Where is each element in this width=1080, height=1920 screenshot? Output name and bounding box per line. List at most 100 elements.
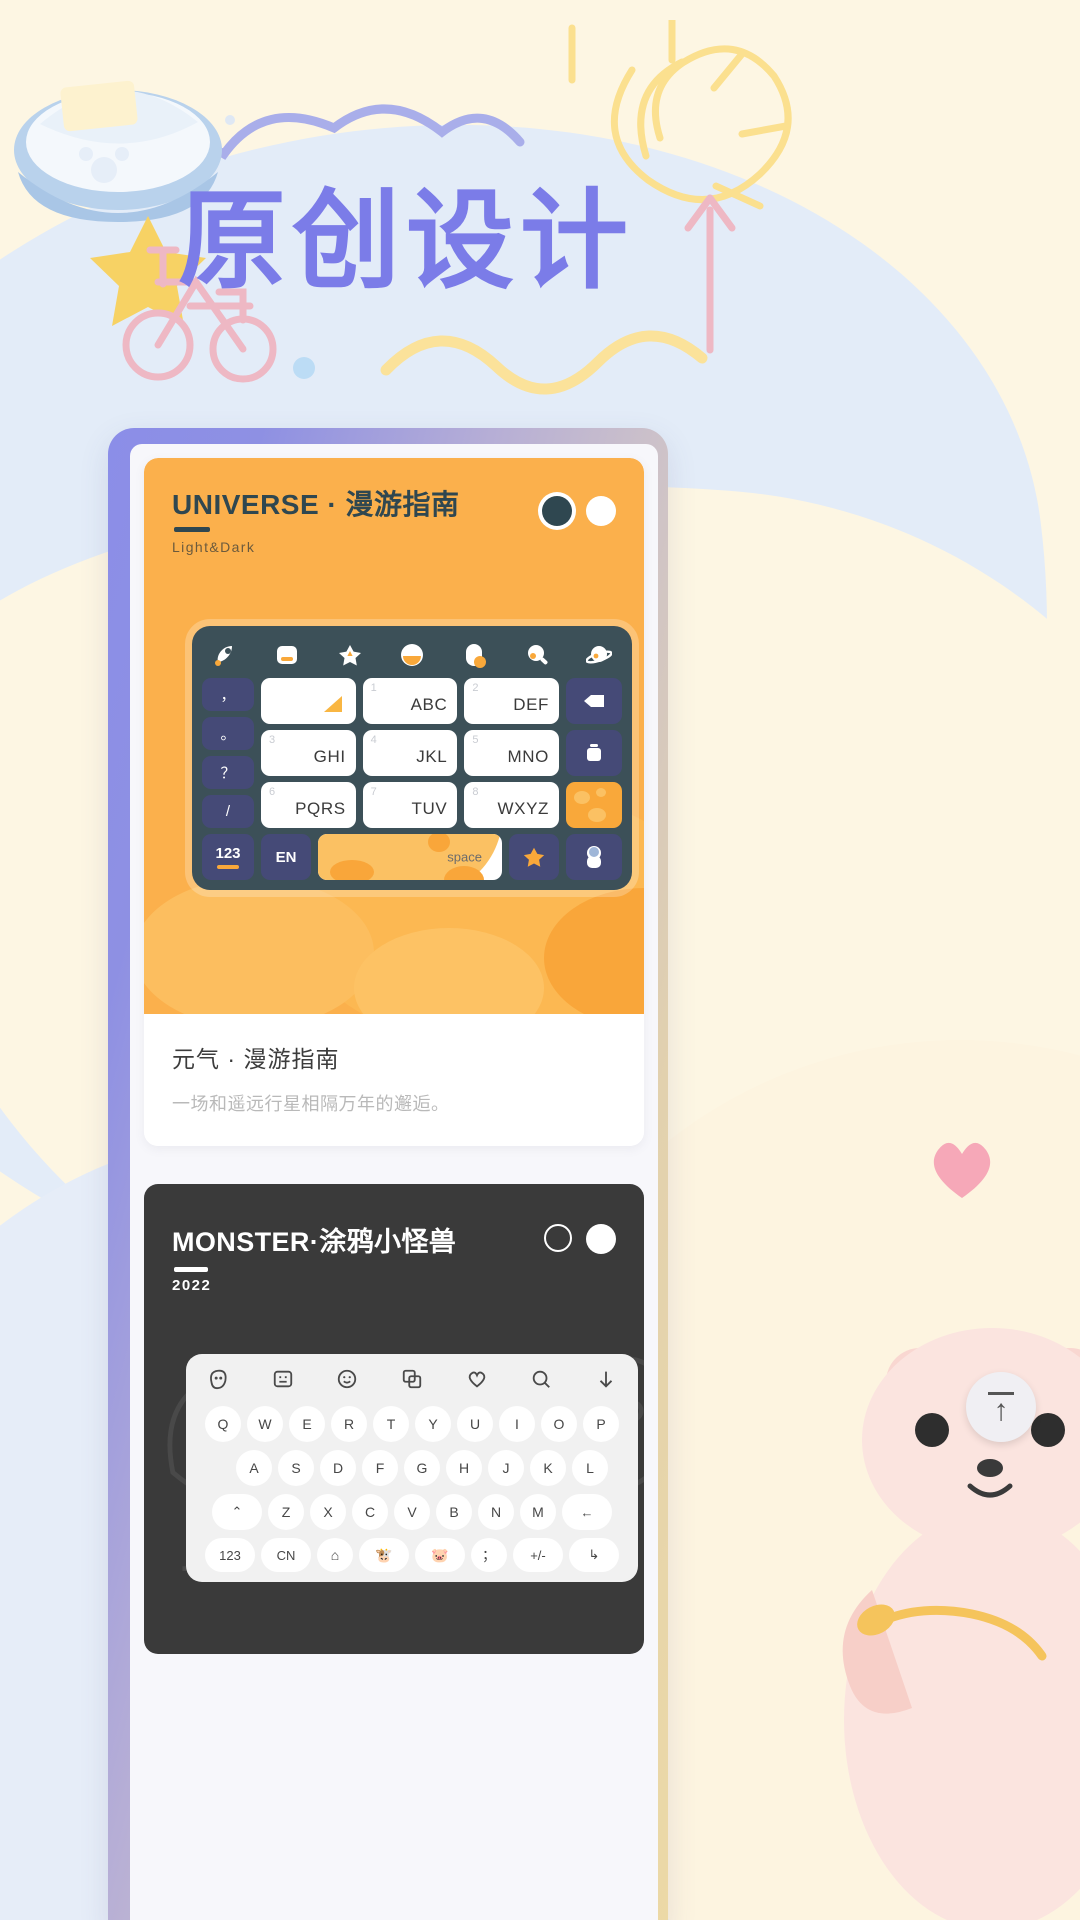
key-1-blank[interactable] [261, 678, 356, 724]
home-key[interactable]: ⌂ [317, 1538, 353, 1572]
space-key[interactable]: space [318, 834, 502, 880]
planet-icon[interactable] [585, 642, 613, 668]
key-letters: MNO [507, 747, 550, 766]
backspace-icon[interactable] [566, 678, 622, 724]
heart-icon[interactable] [466, 1368, 488, 1396]
star-icon[interactable] [337, 642, 363, 668]
cheese-enter-key[interactable] [566, 782, 622, 828]
key-7-tuv[interactable]: 7 TUV [362, 782, 458, 828]
key-period[interactable]: 。 [202, 717, 254, 750]
key-w[interactable]: W [247, 1406, 283, 1442]
key-t[interactable]: T [373, 1406, 409, 1442]
key-h[interactable]: H [446, 1450, 482, 1486]
delete-icon[interactable] [566, 730, 622, 776]
language-key[interactable]: CN [261, 1538, 311, 1572]
semicolon-key[interactable]: ； [471, 1538, 507, 1572]
keyboard-row: 1 ABC 2 DEF [261, 678, 560, 724]
capsule-icon[interactable] [461, 642, 487, 668]
space-key-label: space [447, 849, 482, 865]
smiley-icon[interactable] [336, 1368, 358, 1396]
theme-card-universe[interactable]: UNIVERSE · 漫游指南 Light&Dark ， 。 ？ / 1 ABC… [144, 458, 644, 1146]
keyboard-main: ， 。 ？ / 1 ABC 2 DEF 3 GHI 4 JKL 5 MNO 6 … [202, 678, 622, 834]
key-number: 1 [370, 682, 377, 694]
keyboard-toolbar[interactable] [195, 1364, 629, 1406]
dark-mode-dot[interactable] [544, 1224, 572, 1252]
key-i[interactable]: I [499, 1406, 535, 1442]
page-canvas: 原创设计 UNIVERSE · 漫游指南 Light&Dark ， 。 ？ / … [0, 0, 1080, 1920]
mode-toggle-group[interactable] [542, 496, 616, 526]
key-slash[interactable]: / [202, 795, 254, 828]
card-hero-universe: UNIVERSE · 漫游指南 Light&Dark ， 。 ？ / 1 ABC… [144, 458, 644, 1014]
key-k[interactable]: K [530, 1450, 566, 1486]
backspace-key[interactable]: ← [562, 1494, 612, 1530]
key-x[interactable]: X [310, 1494, 346, 1530]
key-n[interactable]: N [478, 1494, 514, 1530]
astronaut-enter-key[interactable] [566, 834, 622, 880]
keyboard-preview-monster: Q W E R T Y U I O P A S D F G H J K L ⌃ … [186, 1354, 638, 1582]
key-l[interactable]: L [572, 1450, 608, 1486]
dark-mode-dot[interactable] [542, 496, 572, 526]
key-q[interactable]: Q [205, 1406, 241, 1442]
light-mode-dot[interactable] [586, 1224, 616, 1254]
key-number: 4 [370, 734, 377, 746]
phone-screen: UNIVERSE · 漫游指南 Light&Dark ， 。 ？ / 1 ABC… [130, 444, 658, 1920]
enter-key[interactable]: ↳ [569, 1538, 619, 1572]
key-z[interactable]: Z [268, 1494, 304, 1530]
key-number: 7 [370, 786, 377, 798]
emoji-key-cow[interactable]: 🐮 [359, 1538, 409, 1572]
key-a[interactable]: A [236, 1450, 272, 1486]
key-g[interactable]: G [404, 1450, 440, 1486]
language-key[interactable]: EN [261, 834, 311, 880]
key-j[interactable]: J [488, 1450, 524, 1486]
key-5-mno[interactable]: 5 MNO [464, 730, 560, 776]
key-d[interactable]: D [320, 1450, 356, 1486]
key-2-def[interactable]: 2 DEF [464, 678, 560, 724]
key-question[interactable]: ？ [202, 756, 254, 789]
star-emoji-key[interactable] [509, 834, 559, 880]
mode-toggle-group[interactable] [544, 1224, 616, 1254]
key-4-jkl[interactable]: 4 JKL [362, 730, 458, 776]
plus-minus-key[interactable]: +/- [513, 1538, 563, 1572]
key-3-ghi[interactable]: 3 GHI [261, 730, 356, 776]
light-mode-dot[interactable] [586, 496, 616, 526]
key-1-abc[interactable]: 1 ABC [362, 678, 458, 724]
key-r[interactable]: R [331, 1406, 367, 1442]
numeric-keys: 1 ABC 2 DEF 3 GHI 4 JKL 5 MNO 6 PQRS 7 T… [261, 678, 560, 834]
clipboard-icon[interactable] [401, 1368, 423, 1396]
half-circle-icon[interactable] [399, 642, 425, 668]
emoji-box-icon[interactable] [272, 1368, 294, 1396]
key-s[interactable]: S [278, 1450, 314, 1486]
punctuation-column[interactable]: ， 。 ？ / [202, 678, 254, 834]
key-p[interactable]: P [583, 1406, 619, 1442]
key-f[interactable]: F [362, 1450, 398, 1486]
key-e[interactable]: E [289, 1406, 325, 1442]
key-number: 5 [472, 734, 479, 746]
key-8-wxyz[interactable]: 8 WXYZ [464, 782, 560, 828]
key-comma[interactable]: ， [202, 678, 254, 711]
key-c[interactable]: C [352, 1494, 388, 1530]
shift-key[interactable]: ⌃ [212, 1494, 262, 1530]
search-icon[interactable] [524, 642, 550, 668]
mascot-bear [842, 1328, 1080, 1920]
search-icon[interactable] [530, 1368, 552, 1396]
emoji-key-pig[interactable]: 🐷 [415, 1538, 465, 1572]
keyboard-row-3: ⌃ Z X C V B N M ← [195, 1494, 629, 1530]
theme-card-monster[interactable]: MONSTER·涂鸦小怪兽 2022 Q W E R T Y U I O P A… [144, 1184, 644, 1654]
scroll-top-button[interactable]: ↑ [966, 1372, 1036, 1442]
key-u[interactable]: U [457, 1406, 493, 1442]
rocket-icon[interactable] [212, 642, 238, 668]
monster-icon[interactable] [207, 1368, 229, 1396]
key-b[interactable]: B [436, 1494, 472, 1530]
keyboard-toolbar[interactable] [202, 636, 622, 678]
key-v[interactable]: V [394, 1494, 430, 1530]
key-o[interactable]: O [541, 1406, 577, 1442]
keyboard-icon[interactable] [274, 642, 300, 668]
key-m[interactable]: M [520, 1494, 556, 1530]
key-6-pqrs[interactable]: 6 PQRS [261, 782, 356, 828]
numeric-mode-key[interactable]: 123 [205, 1538, 255, 1572]
key-number: 2 [472, 682, 479, 694]
key-y[interactable]: Y [415, 1406, 451, 1442]
keyboard-row: 6 PQRS 7 TUV 8 WXYZ [261, 782, 560, 828]
numeric-mode-key[interactable]: 123 [202, 834, 254, 880]
arrow-down-icon[interactable] [595, 1368, 617, 1396]
